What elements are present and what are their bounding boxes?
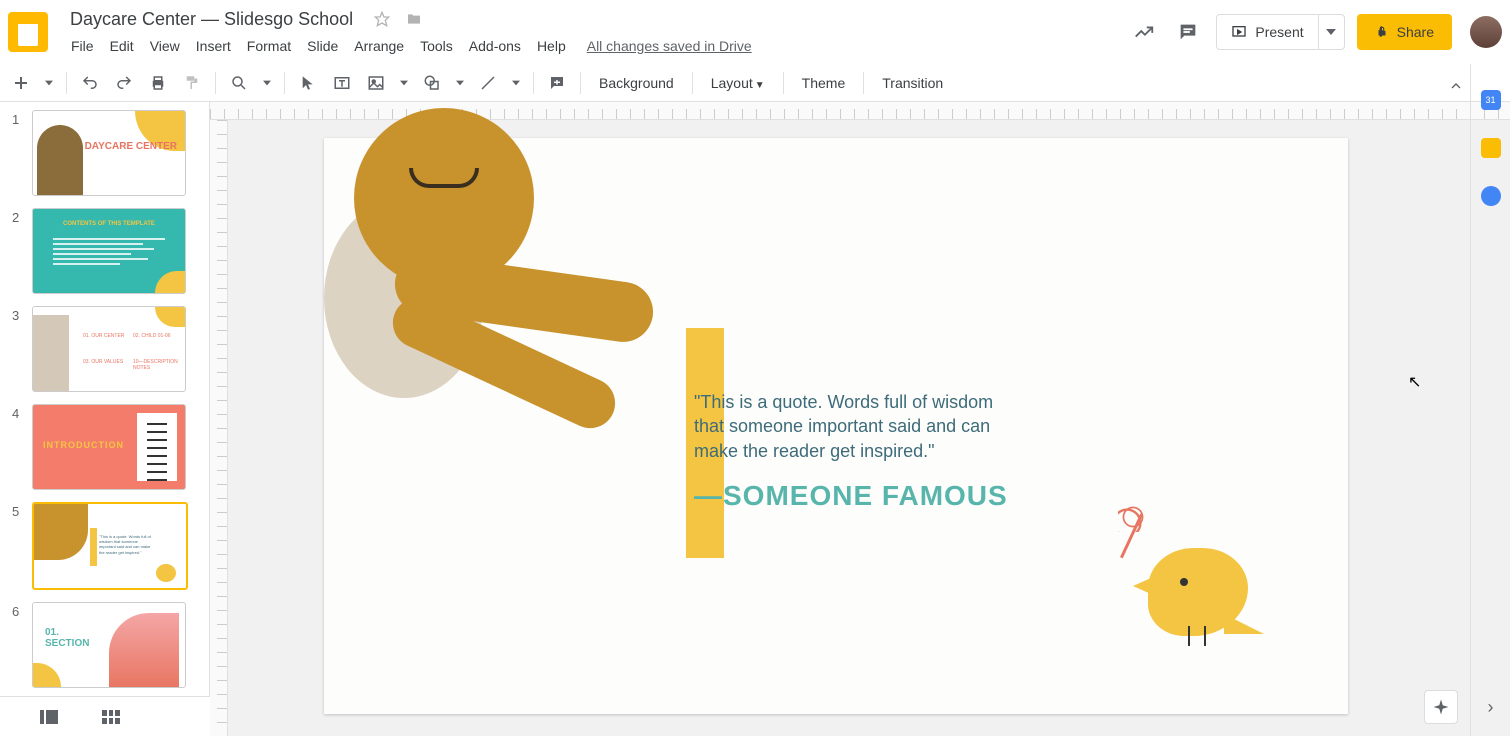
calendar-icon[interactable]: 31 — [1481, 90, 1501, 110]
present-button[interactable]: Present — [1216, 14, 1318, 50]
view-switcher — [0, 696, 210, 736]
share-label: Share — [1397, 24, 1434, 40]
menu-help[interactable]: Help — [530, 34, 573, 58]
filmstrip[interactable]: 1 DAYCARE CENTER 2 CONTENTS OF THIS TEMP… — [0, 102, 210, 736]
new-slide-dropdown[interactable] — [40, 68, 58, 98]
theme-button[interactable]: Theme — [792, 75, 856, 91]
thumb-title: INTRODUCTION — [43, 440, 124, 450]
new-slide-button[interactable] — [6, 68, 36, 98]
menu-file[interactable]: File — [64, 34, 101, 58]
menu-insert[interactable]: Insert — [189, 34, 238, 58]
grid-view-icon[interactable] — [102, 710, 120, 724]
present-dropdown-button[interactable] — [1319, 14, 1345, 50]
line-tool[interactable] — [473, 68, 503, 98]
title-area: Daycare Center — Slidesgo School File Ed… — [64, 7, 1128, 58]
separator — [284, 72, 285, 94]
undo-button[interactable] — [75, 68, 105, 98]
textbox-tool[interactable] — [327, 68, 357, 98]
slide-number: 3 — [12, 306, 24, 323]
quote-textbox[interactable]: "This is a quote. Words full of wisdom t… — [694, 390, 1024, 463]
separator — [692, 72, 693, 94]
branch-decoration[interactable] — [1108, 502, 1158, 562]
knitted-toy-image[interactable] — [324, 138, 662, 498]
hide-menus-button[interactable] — [1442, 72, 1470, 100]
zoom-button[interactable] — [224, 68, 254, 98]
bird-beak — [1133, 578, 1151, 594]
star-icon[interactable] — [373, 10, 391, 28]
main-area: 1 DAYCARE CENTER 2 CONTENTS OF THIS TEMP… — [0, 102, 1510, 736]
author-textbox[interactable]: —SOMEONE FAMOUS — [694, 480, 1008, 512]
slide-number: 4 — [12, 404, 24, 421]
activity-icon[interactable] — [1128, 16, 1160, 48]
comments-icon[interactable] — [1172, 16, 1204, 48]
bird-eye — [1180, 578, 1188, 586]
explore-button[interactable] — [1424, 690, 1458, 724]
menu-edit[interactable]: Edit — [103, 34, 141, 58]
canvas[interactable]: "This is a quote. Words full of wisdom t… — [210, 102, 1510, 736]
separator — [215, 72, 216, 94]
slide-thumbnail-4[interactable]: INTRODUCTION — [32, 404, 186, 490]
separator — [533, 72, 534, 94]
menu-tools[interactable]: Tools — [413, 34, 460, 58]
header: Daycare Center — Slidesgo School File Ed… — [0, 0, 1510, 64]
image-dropdown[interactable] — [395, 68, 413, 98]
paint-format-button[interactable] — [177, 68, 207, 98]
zoom-dropdown[interactable] — [258, 68, 276, 98]
background-button[interactable]: Background — [589, 75, 684, 91]
side-panel-rail: 31 › — [1470, 64, 1510, 736]
account-avatar[interactable] — [1470, 16, 1502, 48]
slide-thumbnail-2[interactable]: CONTENTS OF THIS TEMPLATE — [32, 208, 186, 294]
bird-tail — [1224, 614, 1264, 634]
current-slide-canvas[interactable]: "This is a quote. Words full of wisdom t… — [324, 138, 1348, 714]
separator — [863, 72, 864, 94]
menu-view[interactable]: View — [143, 34, 187, 58]
add-comment-button[interactable] — [542, 68, 572, 98]
toolbar: Background Layout▼ Theme Transition — [0, 64, 1510, 102]
menu-addons[interactable]: Add-ons — [462, 34, 528, 58]
shape-dropdown[interactable] — [451, 68, 469, 98]
slide-thumbnail-5[interactable]: "This is a quote. Words full of wisdom t… — [32, 502, 188, 590]
slide-thumbnail-6[interactable]: 01.SECTION — [32, 602, 186, 688]
separator — [783, 72, 784, 94]
separator — [66, 72, 67, 94]
bird-legs — [1178, 626, 1218, 654]
slide-thumbnail-1[interactable]: DAYCARE CENTER — [32, 110, 186, 196]
menu-slide[interactable]: Slide — [300, 34, 345, 58]
select-tool[interactable] — [293, 68, 323, 98]
redo-button[interactable] — [109, 68, 139, 98]
tasks-icon[interactable] — [1481, 186, 1501, 206]
save-status[interactable]: All changes saved in Drive — [587, 38, 752, 54]
layout-button[interactable]: Layout▼ — [701, 75, 775, 91]
filmstrip-view-icon[interactable] — [40, 710, 58, 724]
menu-bar: File Edit View Insert Format Slide Arran… — [64, 34, 1128, 58]
slide-thumbnail-3[interactable]: 01. OUR CENTER 02. CHILD 01-06 03. OUR V… — [32, 306, 186, 392]
show-side-panel-icon[interactable]: › — [1488, 697, 1494, 718]
print-button[interactable] — [143, 68, 173, 98]
slide-number: 2 — [12, 208, 24, 225]
move-folder-icon[interactable] — [405, 10, 423, 28]
google-slides-logo-icon[interactable] — [8, 12, 48, 52]
menu-format[interactable]: Format — [240, 34, 298, 58]
slide-number: 1 — [12, 110, 24, 127]
thumb-title: CONTENTS OF THIS TEMPLATE — [33, 221, 185, 227]
share-button[interactable]: Share — [1357, 14, 1452, 50]
separator — [580, 72, 581, 94]
line-dropdown[interactable] — [507, 68, 525, 98]
slide-number: 5 — [12, 502, 24, 519]
thumb-title: DAYCARE CENTER — [85, 141, 177, 152]
header-actions: Present Share — [1128, 14, 1502, 50]
vertical-ruler[interactable] — [210, 120, 228, 736]
menu-arrange[interactable]: Arrange — [347, 34, 411, 58]
image-tool[interactable] — [361, 68, 391, 98]
present-label: Present — [1255, 24, 1303, 40]
keep-icon[interactable] — [1481, 138, 1501, 158]
document-title[interactable]: Daycare Center — Slidesgo School — [64, 7, 359, 32]
shape-tool[interactable] — [417, 68, 447, 98]
slide-number: 6 — [12, 602, 24, 619]
transition-button[interactable]: Transition — [872, 75, 953, 91]
